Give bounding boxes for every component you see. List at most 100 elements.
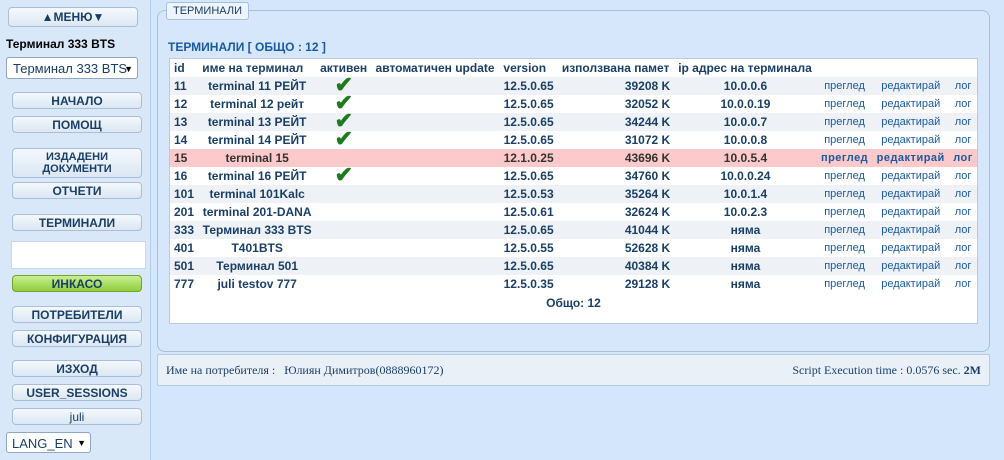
cell-auto-update bbox=[371, 275, 500, 293]
table-row: 12 terminal 12 рейт ✔ 12.5.0.65 32052 K 10.0.… bbox=[170, 92, 977, 114]
edit-link[interactable]: редактирай bbox=[872, 275, 950, 293]
cell-name: juli testov 777 bbox=[198, 275, 317, 293]
table-row: 11 terminal 11 РЕЙТ ✔ 12.5.0.65 39208 K 10.0.… bbox=[170, 74, 977, 96]
view-link[interactable]: преглед bbox=[816, 221, 873, 239]
cell-name: terminal 16 РЕЙТ bbox=[198, 167, 317, 185]
view-link[interactable]: преглед bbox=[816, 185, 873, 203]
view-link[interactable]: преглед bbox=[816, 149, 873, 167]
edit-link[interactable]: редактирай bbox=[872, 203, 950, 221]
edit-link[interactable]: редактирай bbox=[872, 239, 950, 257]
cell-version: 12.5.0.65 bbox=[499, 131, 558, 149]
cell-active bbox=[316, 275, 372, 293]
nav-terminals-button[interactable]: ТЕРМИНАЛИ bbox=[12, 214, 142, 231]
table-row: 101 terminal 101Kalc 12.5.0.53 35264 K 10.0.… bbox=[170, 185, 977, 203]
view-link[interactable]: преглед bbox=[816, 113, 873, 131]
edit-link[interactable]: редактирай bbox=[872, 185, 950, 203]
language-select[interactable]: LANG_EN ▼ bbox=[6, 432, 91, 453]
col-header-view bbox=[817, 59, 873, 77]
log-link[interactable]: лог bbox=[949, 203, 977, 221]
view-link[interactable]: преглед bbox=[816, 131, 873, 149]
nav-inkaso-button[interactable]: ИНКАСО bbox=[12, 275, 142, 292]
terminals-table: id име на терминал активен автоматичен u… bbox=[170, 59, 977, 313]
view-link[interactable]: преглед bbox=[816, 77, 873, 95]
table-row: 201 terminal 201-DANA 12.5.0.61 32624 K 10.0… bbox=[170, 203, 977, 221]
table-row: 777 juli testov 777 12.5.0.35 29128 Kняма пр… bbox=[170, 275, 977, 293]
language-select-value: LANG_EN bbox=[12, 436, 73, 451]
cell-ip: 10.0.0.24 bbox=[674, 167, 817, 185]
current-terminal-title: Терминал 333 BTS bbox=[6, 37, 116, 51]
cell-memory: 35264 K bbox=[557, 185, 675, 203]
cell-memory: 41044 K bbox=[557, 221, 675, 239]
edit-link[interactable]: редактирай bbox=[872, 77, 950, 95]
nav-issued-docs-button[interactable]: ИЗДАДЕНИ ДОКУМЕНТИ bbox=[12, 148, 142, 178]
edit-link[interactable]: редактирай bbox=[872, 95, 950, 113]
cell-version: 12.5.0.53 bbox=[499, 185, 558, 203]
sidebar-blank-area bbox=[11, 241, 146, 269]
cell-ip: 10.0.0.19 bbox=[674, 95, 817, 113]
edit-link[interactable]: редактирай bbox=[872, 167, 950, 185]
cell-id: 16 bbox=[170, 167, 199, 185]
cell-ip: 10.0.0.6 bbox=[674, 77, 817, 95]
cell-ip: 10.0.0.7 bbox=[674, 113, 817, 131]
cell-id: 777 bbox=[170, 275, 199, 293]
panel-tab-terminals[interactable]: ТЕРМИНАЛИ bbox=[166, 2, 249, 20]
nav-logout-button[interactable]: ИЗХОД bbox=[12, 360, 142, 377]
log-link[interactable]: лог bbox=[949, 77, 977, 95]
nav-user-sessions-button[interactable]: USER_SESSIONS bbox=[12, 384, 142, 401]
log-link[interactable]: лог bbox=[949, 95, 977, 113]
footer-user-label: Име на потребителя : bbox=[166, 363, 276, 377]
log-link[interactable]: лог bbox=[949, 113, 977, 131]
log-link[interactable]: лог bbox=[949, 275, 977, 293]
cell-auto-update bbox=[371, 185, 500, 203]
terminal-select[interactable]: Терминал 333 BTS ▼ bbox=[6, 57, 138, 79]
cell-ip: 10.0.0.8 bbox=[674, 131, 817, 149]
log-link[interactable]: лог bbox=[949, 185, 977, 203]
nav-reports-button[interactable]: ОТЧЕТИ bbox=[12, 182, 142, 199]
log-link[interactable]: лог bbox=[949, 221, 977, 239]
edit-link[interactable]: редактирай bbox=[872, 131, 950, 149]
cell-version: 12.5.0.65 bbox=[499, 257, 558, 275]
footer-user-info: Име на потребителя : Юлиян Димитров(0888… bbox=[166, 363, 443, 378]
nav-users-button[interactable]: ПОТРЕБИТЕЛИ bbox=[12, 306, 142, 323]
cell-auto-update bbox=[371, 257, 500, 275]
cell-id: 201 bbox=[170, 203, 199, 221]
edit-link[interactable]: редактирай bbox=[872, 257, 950, 275]
menu-toggle-button[interactable]: ▲МЕНЮ▼ bbox=[8, 7, 138, 27]
view-link[interactable]: преглед bbox=[816, 275, 873, 293]
cell-memory: 29128 K bbox=[557, 275, 675, 293]
nav-home-button[interactable]: НАЧАЛО bbox=[12, 92, 142, 109]
terminal-select-value: Терминал 333 BTS bbox=[13, 61, 128, 76]
log-link[interactable]: лог bbox=[949, 167, 977, 185]
cell-active: ✔ bbox=[316, 164, 372, 186]
cell-ip: няма bbox=[674, 275, 817, 293]
cell-auto-update bbox=[371, 221, 500, 239]
edit-link[interactable]: редактирай bbox=[872, 149, 950, 167]
log-link[interactable]: лог bbox=[949, 149, 977, 167]
cell-memory: 40384 K bbox=[557, 257, 675, 275]
log-link[interactable]: лог bbox=[949, 131, 977, 149]
edit-link[interactable]: редактирай bbox=[872, 221, 950, 239]
table-row: 14 terminal 14 РЕЙТ ✔ 12.5.0.65 31072 K 10.0.… bbox=[170, 128, 977, 150]
current-user-button[interactable]: juli bbox=[12, 408, 142, 425]
view-link[interactable]: преглед bbox=[816, 257, 873, 275]
cell-name: terminal 14 РЕЙТ bbox=[198, 131, 317, 149]
view-link[interactable]: преглед bbox=[816, 167, 873, 185]
cell-ip: няма bbox=[674, 221, 817, 239]
col-header-auto-update: автоматичен update bbox=[375, 61, 495, 75]
view-link[interactable]: преглед bbox=[816, 95, 873, 113]
cell-auto-update bbox=[371, 95, 500, 113]
log-link[interactable]: лог bbox=[949, 257, 977, 275]
cell-active bbox=[316, 257, 372, 275]
edit-link[interactable]: редактирай bbox=[872, 113, 950, 131]
nav-config-button[interactable]: КОНФИГУРАЦИЯ bbox=[12, 330, 142, 347]
log-link[interactable]: лог bbox=[949, 239, 977, 257]
col-header-id: id bbox=[174, 61, 185, 75]
checkmark-icon: ✔ bbox=[334, 162, 354, 187]
cell-version: 12.5.0.65 bbox=[499, 77, 558, 95]
table-row: 501 Терминал 501 12.5.0.65 40384 Kняма прегл… bbox=[170, 257, 977, 275]
col-header-log bbox=[949, 59, 977, 77]
nav-help-button[interactable]: ПОМОЩ bbox=[12, 116, 142, 133]
cell-name: terminal 201-DANA bbox=[198, 203, 317, 221]
view-link[interactable]: преглед bbox=[816, 203, 873, 221]
view-link[interactable]: преглед bbox=[816, 239, 873, 257]
